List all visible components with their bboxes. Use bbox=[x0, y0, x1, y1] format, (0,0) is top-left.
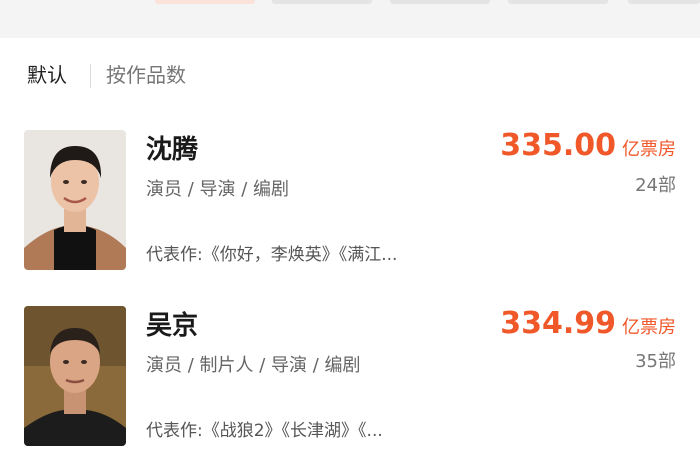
person-works: 代表作:《战狼2》《长津湖》《... bbox=[146, 421, 383, 441]
filter-tab[interactable] bbox=[508, 0, 608, 4]
filter-tab[interactable] bbox=[628, 0, 700, 4]
filter-tab[interactable] bbox=[272, 0, 372, 4]
filter-tab[interactable] bbox=[155, 0, 255, 4]
box-office-unit: 亿票房 bbox=[622, 317, 676, 338]
person-row[interactable]: 吴京 演员 / 制片人 / 导演 / 编剧 代表作:《战狼2》《长津湖》《...… bbox=[0, 302, 700, 452]
person-name[interactable]: 沈腾 bbox=[146, 134, 198, 166]
sort-default[interactable]: 默认 bbox=[27, 62, 67, 88]
person-works: 代表作:《你好，李焕英》《满江... bbox=[146, 245, 398, 265]
person-row[interactable]: 沈腾 演员 / 导演 / 编剧 代表作:《你好，李焕英》《满江... 335.0… bbox=[0, 126, 700, 276]
filter-tab[interactable] bbox=[390, 0, 490, 4]
box-office-value: 335.00 bbox=[500, 128, 616, 163]
avatar-photo bbox=[24, 130, 126, 270]
sort-by-works[interactable]: 按作品数 bbox=[106, 62, 186, 88]
person-roles: 演员 / 导演 / 编剧 bbox=[146, 179, 290, 200]
box-office-unit: 亿票房 bbox=[622, 139, 676, 160]
work-count: 24部 bbox=[635, 175, 676, 196]
box-office-value: 334.99 bbox=[500, 306, 616, 341]
filter-strip bbox=[0, 0, 700, 38]
person-name[interactable]: 吴京 bbox=[146, 310, 198, 342]
avatar bbox=[24, 306, 126, 446]
avatar bbox=[24, 130, 126, 270]
work-count: 35部 bbox=[635, 351, 676, 372]
sort-bar bbox=[0, 38, 700, 116]
sort-divider bbox=[90, 64, 91, 88]
avatar-photo bbox=[24, 306, 126, 446]
person-roles: 演员 / 制片人 / 导演 / 编剧 bbox=[146, 355, 361, 376]
